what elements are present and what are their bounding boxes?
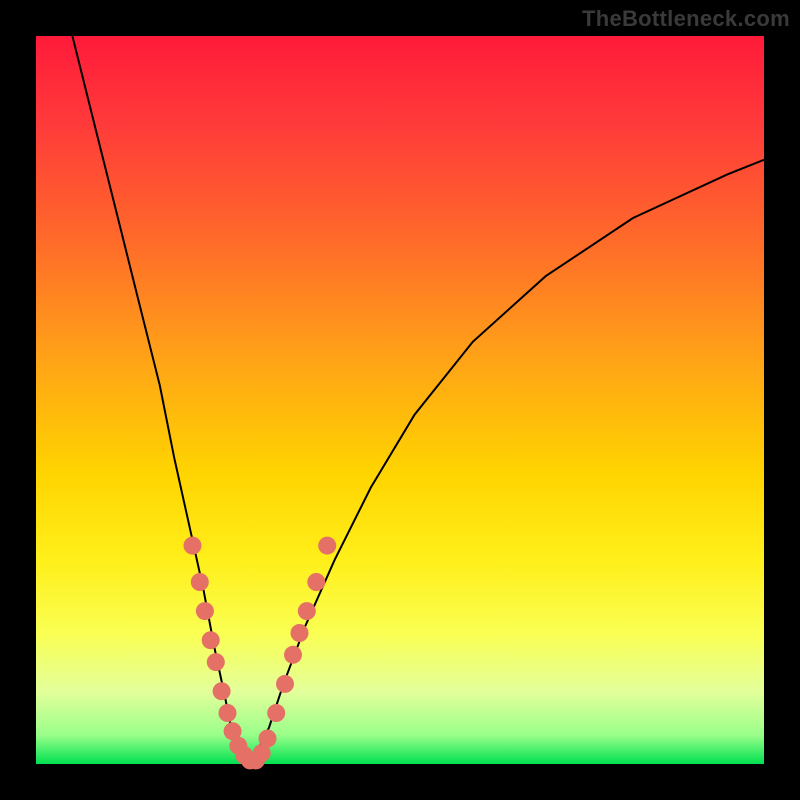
- highlight-dot: [284, 646, 302, 664]
- watermark-text: TheBottleneck.com: [582, 6, 790, 32]
- curve-svg: [36, 36, 764, 764]
- highlight-dot: [184, 537, 202, 555]
- highlight-dot: [202, 631, 220, 649]
- bottleneck-curve: [72, 36, 764, 764]
- highlight-dot: [259, 730, 277, 748]
- highlight-dot: [267, 704, 285, 722]
- highlight-dot: [191, 573, 209, 591]
- highlight-dot: [298, 602, 316, 620]
- highlight-dots: [184, 537, 337, 770]
- highlight-dot: [307, 573, 325, 591]
- highlight-dot: [291, 624, 309, 642]
- highlight-dot: [207, 653, 225, 671]
- outer-frame: TheBottleneck.com: [0, 0, 800, 800]
- highlight-dot: [219, 704, 237, 722]
- highlight-dot: [196, 602, 214, 620]
- highlight-dot: [213, 682, 231, 700]
- plot-area: [36, 36, 764, 764]
- highlight-dot: [276, 675, 294, 693]
- highlight-dot: [318, 537, 336, 555]
